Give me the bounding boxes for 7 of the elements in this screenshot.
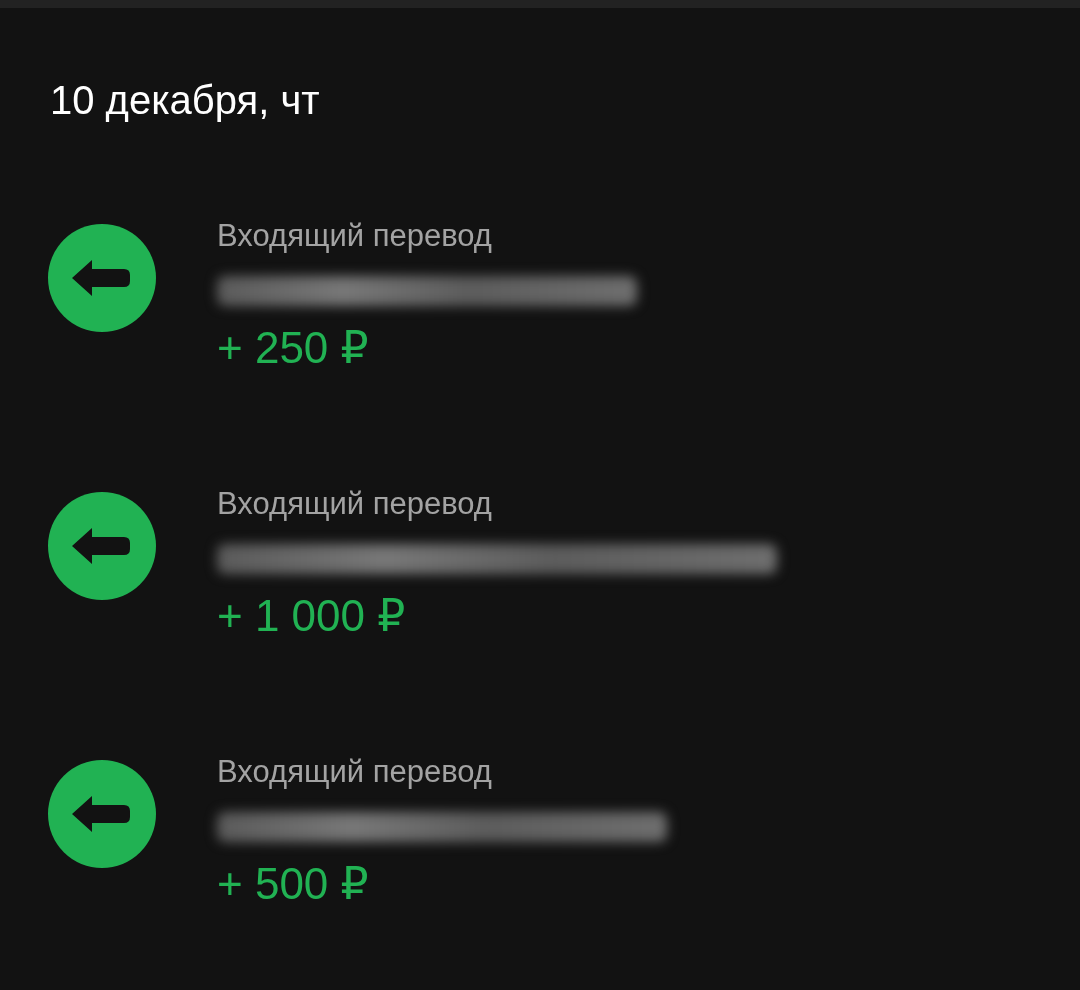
transaction-amount: + 1 000 ₽ [217, 590, 407, 642]
transaction-amount: + 250 ₽ [217, 322, 370, 374]
transaction-title: Входящий перевод [217, 485, 493, 523]
date-heading: 10 декабря, чт [49, 77, 321, 124]
transaction-title: Входящий перевод [217, 753, 493, 791]
transaction-amount: + 500 ₽ [217, 858, 370, 910]
transaction-title: Входящий перевод [217, 217, 493, 255]
